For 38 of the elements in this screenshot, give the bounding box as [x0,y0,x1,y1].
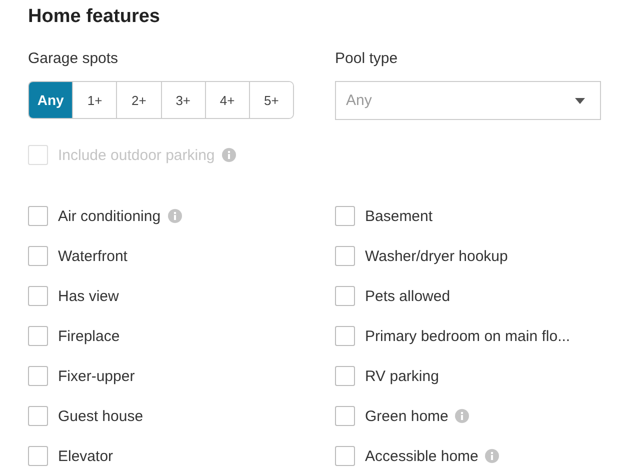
info-icon[interactable] [485,449,500,463]
checkbox[interactable] [335,206,355,226]
checkbox[interactable] [28,286,48,306]
checkbox-label: Fireplace [58,328,120,344]
checkbox[interactable] [28,246,48,266]
checkbox-label: RV parking [365,368,439,384]
checkbox-label: Basement [365,208,433,224]
checkbox[interactable] [335,326,355,346]
checkbox[interactable] [335,446,355,466]
checkbox-label: Include outdoor parking [58,146,215,164]
garage-option[interactable]: Any [29,82,72,118]
checkbox[interactable] [335,366,355,386]
checkbox-label: Primary bedroom on main flo... [365,328,570,344]
checkbox-label: Air conditioning [58,208,161,224]
section-title: Home features [28,6,161,29]
checkbox-label: Washer/dryer hookup [365,248,508,264]
field-label: Garage spots [28,50,120,69]
checkbox-label: Pets allowed [365,288,450,304]
checkbox-label: Guest house [58,408,144,424]
checkbox-label: Green home [365,408,448,424]
checkbox[interactable] [28,366,48,386]
checkbox[interactable] [28,326,48,346]
checkbox-label: Has view [58,288,119,304]
field-label: Pool type [335,50,399,69]
checkbox-label: Fixer-upper [58,368,135,384]
checkbox-label: Elevator [58,448,114,464]
checkbox[interactable] [335,406,355,426]
info-icon[interactable] [168,209,182,223]
checkbox[interactable] [28,446,48,466]
garage-option[interactable]: 5+ [248,82,293,118]
checkbox[interactable] [28,206,48,226]
checkbox[interactable] [335,246,355,266]
checkbox-label: Waterfront [58,248,128,264]
checkbox[interactable] [335,286,355,306]
info-icon[interactable] [455,409,470,423]
checkbox-label: Accessible home [365,448,478,464]
caret-icon [575,98,585,104]
checkbox[interactable] [28,406,48,426]
